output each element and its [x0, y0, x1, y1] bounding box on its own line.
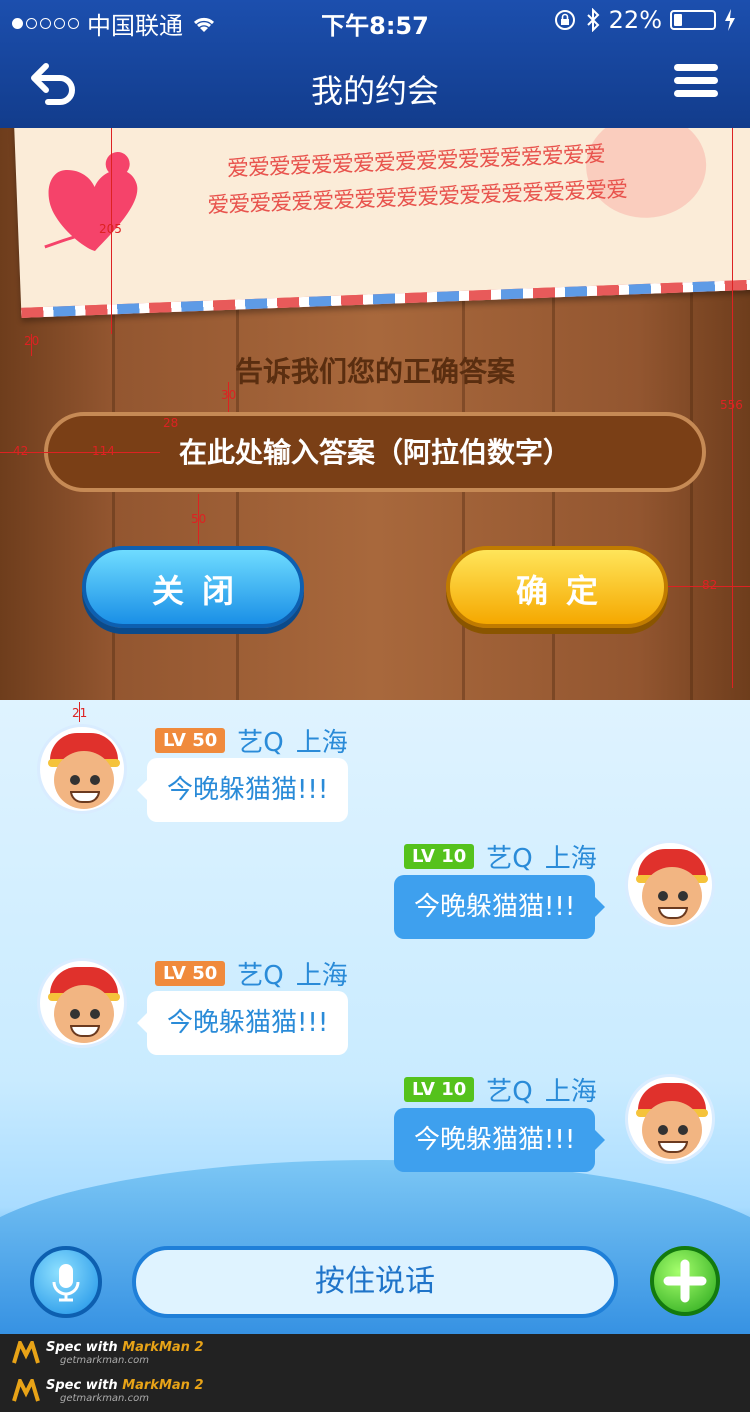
user-city: 上海 [295, 961, 348, 991]
spec-input-pad-top: 28 [163, 416, 179, 430]
markman-site: getmarkman.com [60, 1393, 149, 1404]
markman-brand: Spec with MarkMan 2 [46, 1340, 204, 1355]
spec-input-left: 42 [13, 444, 29, 458]
status-bar: 中国联通 下午8:57 22% [0, 0, 750, 40]
microphone-button[interactable] [30, 1246, 102, 1318]
spec-input-text-left: 114 [92, 444, 115, 458]
airmail-stripe [21, 279, 750, 318]
nav-bar: 我的约会 [0, 44, 750, 128]
add-button[interactable] [650, 1246, 720, 1316]
charging-icon [725, 9, 735, 31]
bluetooth-icon [586, 8, 600, 32]
spec-panel-height: 556 [720, 398, 743, 412]
level-badge: LV 50 [155, 728, 226, 753]
message-meta: LV 10 艺Q 上海 [404, 1071, 597, 1108]
markman-badge: Spec with MarkMan 2 getmarkman.com [12, 1340, 204, 1366]
message-bubble[interactable]: 今晚躲猫猫!!! [394, 875, 606, 939]
quiz-panel: 爱爱爱爱爱爱爱爱爱爱爱爱爱爱爱爱爱爱 爱爱爱爱爱爱爱爱爱爱爱爱爱爱爱爱爱爱爱爱 … [0, 128, 750, 700]
hamburger-menu-icon[interactable] [674, 64, 718, 104]
user-city: 上海 [544, 1077, 597, 1107]
level-badge: LV 10 [404, 1077, 475, 1102]
top-bar: 中国联通 下午8:57 22% 我的约会 [0, 0, 750, 128]
avatar[interactable] [625, 840, 715, 930]
spec-prompt-gap: 30 [221, 388, 237, 402]
spec-chat-top: 21 [72, 706, 88, 720]
markman-logo-icon [12, 1341, 40, 1364]
plus-icon [663, 1259, 707, 1303]
level-badge: LV 10 [404, 844, 475, 869]
status-right: 22% [553, 6, 736, 34]
avatar[interactable] [37, 958, 127, 1048]
close-button[interactable]: 关闭 [82, 546, 304, 628]
microphone-icon [52, 1264, 80, 1302]
avatar[interactable] [37, 724, 127, 814]
confirm-button[interactable]: 确定 [446, 546, 668, 628]
message-meta: LV 10 艺Q 上海 [404, 838, 597, 875]
username[interactable]: 艺Q [486, 1071, 532, 1108]
message-bubble[interactable]: 今晚躲猫猫!!! [394, 1108, 606, 1172]
username[interactable]: 艺Q [237, 722, 283, 759]
markman-logo-icon [12, 1379, 40, 1402]
user-city: 上海 [295, 728, 348, 758]
markman-badge: Spec with MarkMan 2 getmarkman.com [12, 1378, 204, 1404]
heart-icon [44, 152, 138, 251]
love-letter-card: 爱爱爱爱爱爱爱爱爱爱爱爱爱爱爱爱爱爱 爱爱爱爱爱爱爱爱爱爱爱爱爱爱爱爱爱爱爱爱 [14, 128, 750, 318]
avatar[interactable] [625, 1074, 715, 1164]
spec-letter-gap: 20 [24, 334, 40, 348]
username[interactable]: 艺Q [237, 955, 283, 992]
username[interactable]: 艺Q [486, 838, 532, 875]
level-badge: LV 50 [155, 961, 226, 986]
chat-area[interactable]: 21 LV 50 艺Q 上海 今晚躲猫猫!!! LV 10 艺Q 上海 今晚躲猫… [0, 700, 750, 1334]
hold-to-talk-button[interactable]: 按住说话 [132, 1246, 618, 1318]
battery-percent: 22% [608, 6, 662, 34]
spec-input-button-gap: 50 [191, 512, 207, 526]
battery-icon [670, 10, 716, 30]
page-title: 我的约会 [310, 72, 439, 110]
quiz-prompt: 告诉我们您的正确答案 [234, 355, 515, 388]
markman-site: getmarkman.com [60, 1355, 149, 1366]
user-city: 上海 [544, 844, 597, 874]
message-meta: LV 50 艺Q 上海 [155, 722, 348, 759]
letter-text: 爱爱爱爱爱爱爱爱爱爱爱爱爱爱爱爱爱爱 爱爱爱爱爱爱爱爱爱爱爱爱爱爱爱爱爱爱爱爱 [135, 134, 697, 227]
markman-brand: Spec with MarkMan 2 [46, 1378, 204, 1393]
spec-letter-height: 205 [99, 222, 122, 236]
message-bubble[interactable]: 今晚躲猫猫!!! [136, 758, 349, 822]
markman-footer: Spec with MarkMan 2 getmarkman.com Spec … [0, 1334, 750, 1412]
message-meta: LV 50 艺Q 上海 [155, 955, 348, 992]
rotation-lock-icon [554, 10, 575, 30]
message-bubble[interactable]: 今晚躲猫猫!!! [136, 991, 349, 1055]
spec-button-right: 82 [702, 578, 718, 592]
